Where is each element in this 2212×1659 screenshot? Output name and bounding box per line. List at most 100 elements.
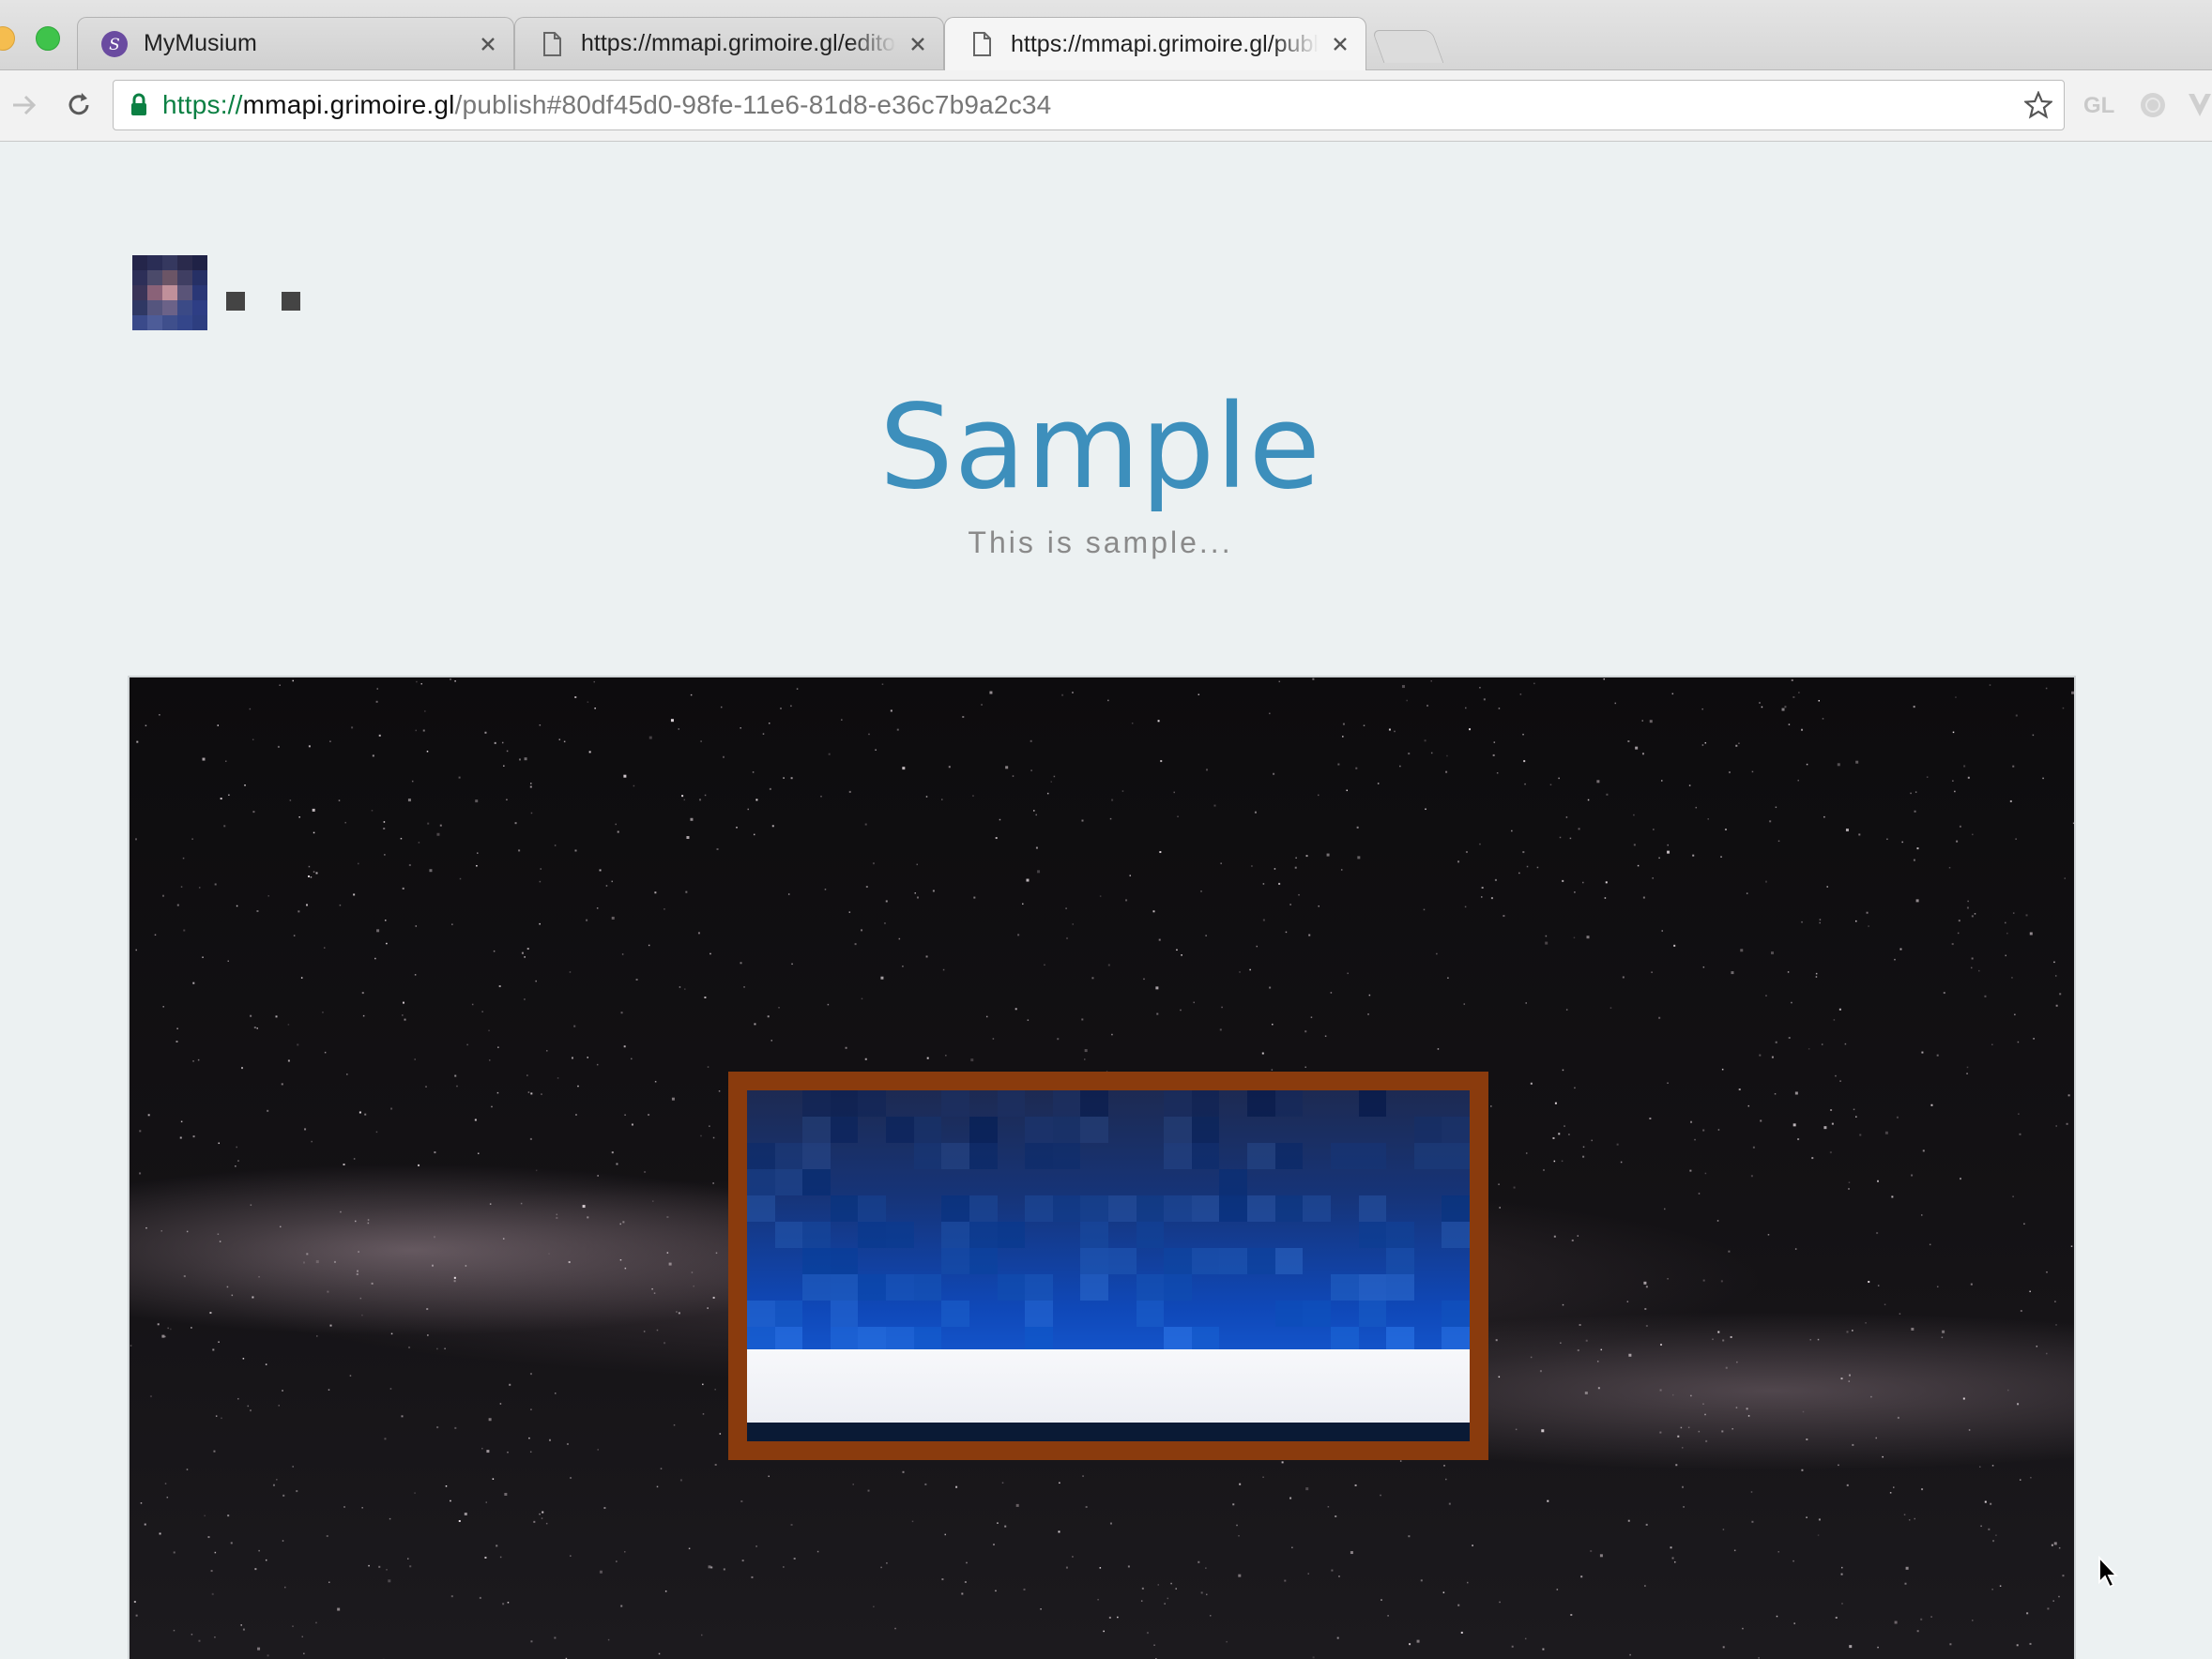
star xyxy=(367,1222,370,1225)
star xyxy=(616,1560,618,1562)
3d-museum-viewer[interactable] xyxy=(128,676,2076,1659)
new-tab-button[interactable] xyxy=(1371,30,1444,63)
star xyxy=(327,1290,329,1293)
star xyxy=(1667,850,1670,854)
star xyxy=(1822,718,1824,720)
star xyxy=(323,947,326,949)
painting-pixel xyxy=(1219,1195,1248,1222)
star xyxy=(1811,1157,1814,1160)
star xyxy=(1496,771,1499,774)
avatar[interactable] xyxy=(132,255,207,330)
star xyxy=(1457,1604,1460,1606)
star xyxy=(1035,846,1038,849)
star xyxy=(364,1113,367,1116)
painting-pixel xyxy=(1025,1195,1053,1222)
star xyxy=(252,1296,254,1299)
star xyxy=(227,960,229,963)
star xyxy=(1845,829,1849,832)
star xyxy=(710,1566,713,1569)
star xyxy=(658,1652,661,1655)
star xyxy=(1578,828,1580,830)
star xyxy=(277,745,280,748)
star xyxy=(1356,826,1359,829)
address-bar[interactable]: https://mmapi.grimoire.gl/publish#80df45… xyxy=(113,80,2065,130)
window-zoom-button[interactable] xyxy=(36,26,60,51)
star xyxy=(780,708,783,710)
page-subtitle: This is sample... xyxy=(968,525,1233,559)
tab-publish[interactable]: https://mmapi.grimoire.gl/publish xyxy=(944,17,1366,70)
star xyxy=(145,1226,147,1229)
tab-mymusium[interactable]: S MyMusium xyxy=(77,17,514,69)
star xyxy=(1262,1476,1264,1479)
star xyxy=(1533,682,1535,685)
painting-snow-ground xyxy=(747,1349,1470,1423)
star xyxy=(160,1230,162,1232)
star xyxy=(1792,1560,1794,1562)
star xyxy=(223,825,226,828)
star xyxy=(1882,1455,1884,1458)
star xyxy=(1667,1082,1669,1084)
star xyxy=(1894,958,1896,961)
star xyxy=(1606,793,1609,796)
star xyxy=(1143,978,1145,981)
star xyxy=(1597,1387,1600,1390)
star xyxy=(2011,977,2013,979)
star xyxy=(1681,1447,1684,1449)
star xyxy=(1730,1335,1732,1338)
star xyxy=(852,1484,854,1485)
close-icon[interactable] xyxy=(1328,32,1352,56)
extension-vue-icon[interactable] xyxy=(2187,88,2212,122)
painting-pixel xyxy=(941,1248,969,1274)
star xyxy=(1870,1395,1872,1398)
star xyxy=(1121,790,1124,792)
tab-editor[interactable]: https://mmapi.grimoire.gl/editor xyxy=(514,17,944,69)
star xyxy=(1305,855,1308,858)
star xyxy=(1658,857,1660,860)
star xyxy=(1849,1645,1853,1649)
star xyxy=(256,1027,258,1029)
star xyxy=(386,1569,388,1571)
close-icon[interactable] xyxy=(906,32,930,56)
star xyxy=(1107,964,1110,966)
star xyxy=(1193,1001,1195,1004)
star xyxy=(198,887,201,889)
star xyxy=(718,1090,721,1092)
forward-arrow-icon[interactable] xyxy=(8,88,41,122)
star xyxy=(521,951,524,954)
star xyxy=(1794,1248,1797,1250)
star xyxy=(970,1058,974,1062)
star xyxy=(1284,1579,1287,1582)
star xyxy=(624,1267,627,1270)
painting-pixel xyxy=(886,1222,914,1248)
star xyxy=(451,923,453,925)
painting-pixel xyxy=(1191,1195,1220,1222)
star xyxy=(1420,1579,1423,1582)
painting-pixel xyxy=(830,1301,859,1327)
close-icon[interactable] xyxy=(476,32,500,56)
extension-globe-icon[interactable] xyxy=(2136,88,2170,122)
star xyxy=(1167,1597,1169,1600)
picture-frame[interactable] xyxy=(728,1072,1488,1460)
star xyxy=(386,942,388,945)
star xyxy=(1424,739,1426,742)
star xyxy=(1457,860,1460,863)
reload-icon[interactable] xyxy=(62,88,96,122)
star xyxy=(1984,995,1987,997)
star xyxy=(213,1450,216,1453)
star xyxy=(402,1001,404,1004)
star xyxy=(1347,972,1349,975)
extension-gl-icon[interactable]: GL xyxy=(2083,93,2114,119)
page-icon xyxy=(543,31,561,56)
star xyxy=(1103,1630,1105,1633)
star xyxy=(2042,777,2044,780)
svg-text:S: S xyxy=(109,36,120,54)
painting-pixel xyxy=(1025,1143,1053,1169)
star xyxy=(1787,971,1790,973)
bookmark-star-icon[interactable] xyxy=(2024,91,2052,119)
window-minimize-button[interactable] xyxy=(0,26,15,51)
star xyxy=(1273,772,1275,775)
star xyxy=(1626,1301,1629,1302)
star xyxy=(250,1014,252,1017)
painting-pixel xyxy=(1164,1248,1192,1274)
star xyxy=(353,1158,356,1160)
